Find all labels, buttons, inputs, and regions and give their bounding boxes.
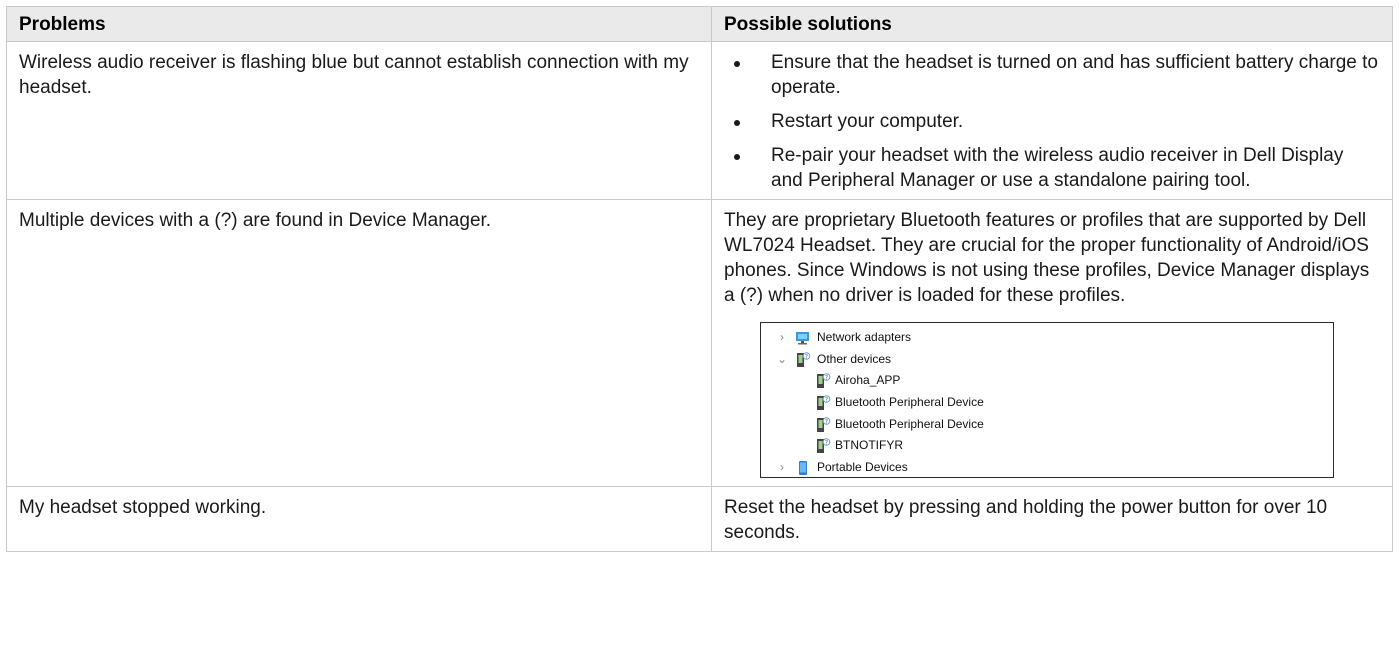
svg-text:?: ? [825, 375, 828, 382]
device-tree-label: Airoha_APP [835, 373, 901, 388]
expanded-chevron-icon: ⌄ [777, 351, 788, 366]
svg-text:?: ? [825, 418, 828, 425]
problem-text: Wireless audio receiver is flashing blue… [19, 52, 689, 98]
svg-text:?: ? [805, 353, 808, 360]
unknown-device-icon: ? [797, 351, 811, 367]
device-tree-item: › Network adapters [777, 327, 1333, 349]
device-tree-item: ? Bluetooth Peripheral Device [777, 414, 1333, 436]
device-tree-item: ? BTNOTIFYR [777, 435, 1333, 457]
device-tree-item: › Portable Devices [777, 457, 1333, 479]
svg-text:?: ? [825, 440, 828, 447]
device-tree-label: Other devices [817, 351, 892, 366]
header-possible-solutions: Possible solutions [711, 6, 1393, 42]
troubleshooting-table: Problems Possible solutions Wireless aud… [6, 6, 1393, 552]
unknown-device-icon: ? [817, 416, 831, 432]
problem-cell: Multiple devices with a (?) are found in… [6, 199, 712, 487]
solution-bullet-text: Ensure that the headset is turned on and… [771, 52, 1378, 98]
table-row: Wireless audio receiver is flashing blue… [6, 41, 1393, 200]
device-tree-label: Portable Devices [817, 460, 908, 475]
unknown-device-icon: ? [817, 395, 831, 411]
solution-cell: Ensure that the headset is turned on and… [711, 41, 1393, 200]
portable-device-icon [799, 461, 807, 476]
device-manager-screenshot: › Network adapters ⌄ ? Other devices ? A… [760, 322, 1334, 478]
problem-cell: My headset stopped working. [6, 486, 712, 552]
bullet-icon [734, 154, 740, 160]
collapsed-chevron-icon: › [780, 460, 784, 475]
device-tree-item: ⌄ ? Other devices [777, 349, 1333, 371]
table-row: Multiple devices with a (?) are found in… [6, 199, 1393, 487]
problem-cell: Wireless audio receiver is flashing blue… [6, 41, 712, 200]
device-tree-item: ? Airoha_APP [777, 370, 1333, 392]
header-problems: Problems [6, 6, 712, 42]
collapsed-chevron-icon: › [780, 330, 784, 344]
solution-bullet-item: Restart your computer. [724, 109, 1380, 134]
solution-bullet-text: Restart your computer. [771, 111, 964, 132]
solution-text: Reset the headset by pressing and holdin… [724, 497, 1328, 543]
device-tree-item: ? Bluetooth Peripheral Device [777, 392, 1333, 414]
device-tree-label: Network adapters [817, 330, 912, 344]
solution-cell: Reset the headset by pressing and holdin… [711, 486, 1393, 552]
problem-text: My headset stopped working. [19, 497, 267, 518]
solution-cell: They are proprietary Bluetooth features … [711, 199, 1393, 487]
network-adapter-icon [796, 332, 809, 345]
unknown-device-icon: ? [817, 373, 831, 389]
svg-text:?: ? [825, 396, 828, 403]
bullet-icon [734, 61, 740, 67]
device-tree-label: BTNOTIFYR [835, 438, 903, 453]
device-tree-label: Bluetooth Peripheral Device [835, 395, 984, 410]
solution-bullet-list: Ensure that the headset is turned on and… [724, 50, 1380, 193]
solution-bullet-text: Re-pair your headset with the wireless a… [771, 145, 1344, 191]
unknown-device-icon: ? [817, 438, 831, 454]
table-header-row: Problems Possible solutions [6, 6, 1393, 42]
device-tree-label: Bluetooth Peripheral Device [835, 416, 984, 431]
solution-text: They are proprietary Bluetooth features … [724, 210, 1370, 306]
problem-text: Multiple devices with a (?) are found in… [19, 210, 492, 231]
solution-bullet-item: Re-pair your headset with the wireless a… [724, 143, 1380, 193]
bullet-icon [734, 120, 740, 126]
table-row: My headset stopped working. Reset the he… [6, 486, 1393, 552]
solution-bullet-item: Ensure that the headset is turned on and… [724, 50, 1380, 100]
